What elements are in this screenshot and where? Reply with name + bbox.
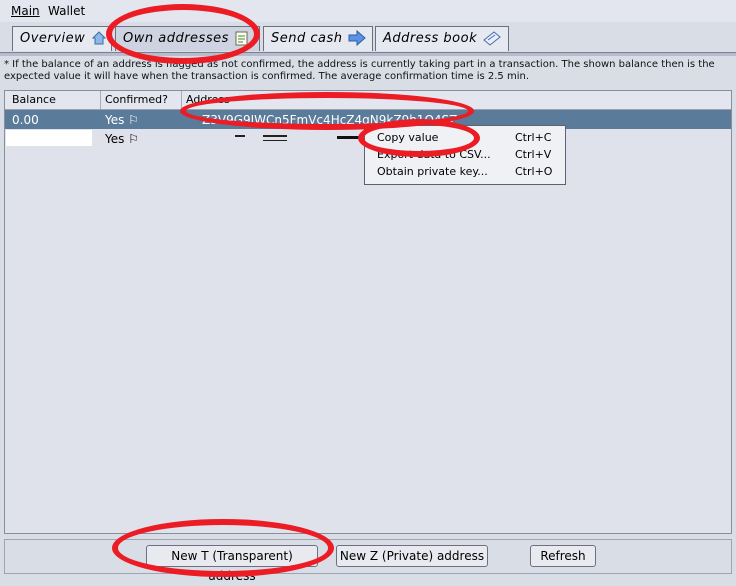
tab-own-addresses[interactable]: Own addresses: [115, 26, 260, 51]
tab-own-addresses-label: Own addresses: [123, 31, 229, 46]
home-icon: [91, 31, 107, 45]
tab-send-cash-label: Send cash: [271, 31, 343, 46]
cell-confirmed: Yes ⚐: [105, 132, 139, 146]
refresh-button[interactable]: Refresh: [530, 545, 596, 567]
redacted-address: [235, 135, 363, 141]
shortcut-copy: Ctrl+C: [515, 131, 552, 144]
cell-confirmed: Yes ⚐: [105, 113, 139, 127]
column-separator[interactable]: [100, 91, 101, 109]
header-confirmed[interactable]: Confirmed?: [105, 93, 168, 106]
tab-overview[interactable]: Overview: [12, 26, 112, 51]
arrow-right-icon: [348, 30, 366, 46]
redacted-balance: [6, 130, 92, 146]
tab-address-book[interactable]: Address book: [375, 26, 509, 51]
confirmation-note: * If the balance of an address is flagge…: [4, 59, 715, 82]
menu-item-export-csv[interactable]: Export data to CSV...: [377, 148, 491, 161]
menu-item-copy-value[interactable]: Copy value: [377, 131, 438, 144]
cell-balance: 0.00: [12, 113, 39, 127]
header-address[interactable]: Address: [186, 93, 230, 106]
table-header: Balance Confirmed? Address: [5, 91, 731, 110]
shortcut-private-key: Ctrl+O: [515, 165, 553, 178]
menu-bar: Main Wallet: [0, 0, 736, 22]
tab-divider: [0, 52, 736, 56]
shortcut-export: Ctrl+V: [515, 148, 552, 161]
context-menu: Copy value Ctrl+C Export data to CSV... …: [364, 125, 566, 185]
tab-send-cash[interactable]: Send cash: [263, 26, 373, 51]
menu-item-obtain-private-key[interactable]: Obtain private key...: [377, 165, 488, 178]
tab-address-book-label: Address book: [383, 31, 478, 46]
tab-overview-label: Overview: [20, 31, 86, 46]
column-separator[interactable]: [181, 91, 182, 109]
tab-strip: Overview Own addresses Send cash Address…: [0, 22, 736, 54]
address-book-icon: [483, 31, 501, 46]
new-t-address-button[interactable]: New T (Transparent) address: [146, 545, 318, 583]
notepad-icon: [235, 31, 248, 46]
menu-main[interactable]: Main: [11, 4, 40, 18]
header-balance[interactable]: Balance: [12, 93, 56, 106]
new-z-address-button[interactable]: New Z (Private) address: [336, 545, 488, 567]
menu-wallet[interactable]: Wallet: [48, 4, 85, 18]
